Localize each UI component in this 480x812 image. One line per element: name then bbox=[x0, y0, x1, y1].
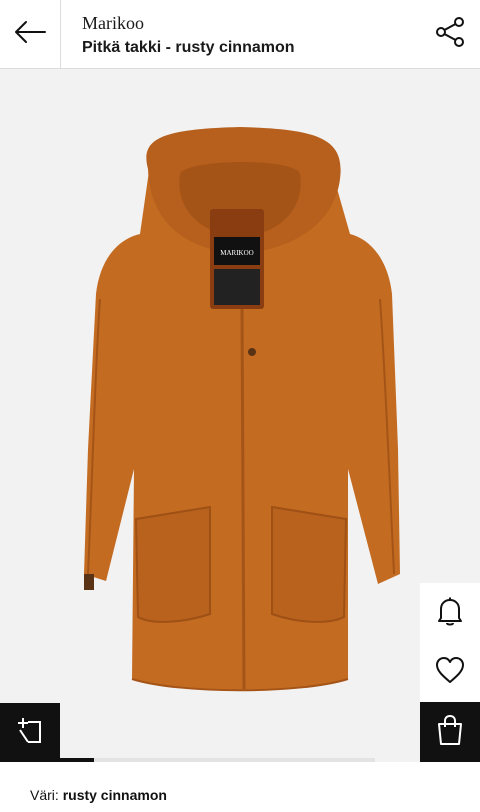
product-title: Pitkä takki - rusty cinnamon bbox=[82, 39, 295, 56]
gallery-progress bbox=[0, 758, 375, 762]
bell-icon bbox=[437, 596, 463, 631]
share-button[interactable] bbox=[430, 14, 470, 54]
brand-name[interactable]: Marikoo bbox=[82, 12, 295, 34]
add-to-bag-button[interactable] bbox=[420, 702, 480, 762]
shopping-bag-icon bbox=[436, 714, 464, 751]
wishlist-button[interactable] bbox=[420, 642, 480, 702]
gallery-progress-fill bbox=[0, 758, 94, 762]
color-label: Väri: bbox=[30, 787, 59, 803]
back-button[interactable] bbox=[0, 0, 61, 68]
share-icon bbox=[434, 16, 466, 53]
arrow-left-icon bbox=[13, 20, 47, 49]
compare-icon bbox=[16, 716, 44, 749]
color-value: rusty cinnamon bbox=[62, 787, 167, 803]
color-info: Väri: rusty cinnamon bbox=[30, 787, 167, 803]
product-image[interactable]: MARIKOO bbox=[0, 69, 480, 762]
heart-icon bbox=[435, 656, 465, 689]
coat-label-text: MARIKOO bbox=[220, 249, 253, 257]
compare-button[interactable] bbox=[0, 703, 60, 762]
notify-button[interactable] bbox=[420, 583, 480, 643]
top-bar: Marikoo Pitkä takki - rusty cinnamon bbox=[0, 0, 480, 69]
product-image-gallery[interactable]: MARIKOO bbox=[0, 69, 480, 762]
